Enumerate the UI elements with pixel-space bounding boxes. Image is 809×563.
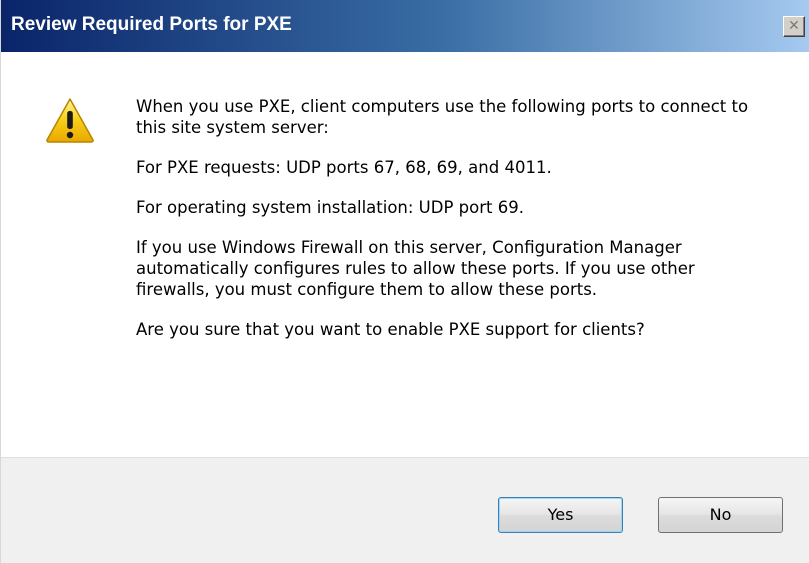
message-paragraph-question: Are you sure that you want to enable PXE… bbox=[136, 320, 645, 339]
warning-triangle-icon bbox=[46, 98, 94, 143]
close-button[interactable]: ✕ bbox=[783, 16, 805, 37]
close-icon: ✕ bbox=[788, 18, 800, 34]
window-title: Review Required Ports for PXE bbox=[11, 14, 292, 35]
button-bar: Yes No bbox=[1, 457, 809, 563]
message-paragraph-pxe-ports: For PXE requests: UDP ports 67, 68, 69, … bbox=[136, 158, 552, 177]
message-dialog: Review Required Ports for PXE ✕ When you… bbox=[0, 0, 809, 563]
yes-button[interactable]: Yes bbox=[498, 497, 623, 533]
message-text: When you use PXE, client computers use t… bbox=[136, 96, 766, 359]
title-bar[interactable]: Review Required Ports for PXE ✕ bbox=[1, 0, 809, 52]
message-paragraph-firewall: If you use Windows Firewall on this serv… bbox=[136, 238, 695, 299]
message-paragraph-os-install-port: For operating system installation: UDP p… bbox=[136, 198, 524, 217]
message-paragraph-intro: When you use PXE, client computers use t… bbox=[136, 97, 749, 137]
dialog-content: When you use PXE, client computers use t… bbox=[1, 52, 809, 457]
no-button[interactable]: No bbox=[658, 497, 783, 533]
